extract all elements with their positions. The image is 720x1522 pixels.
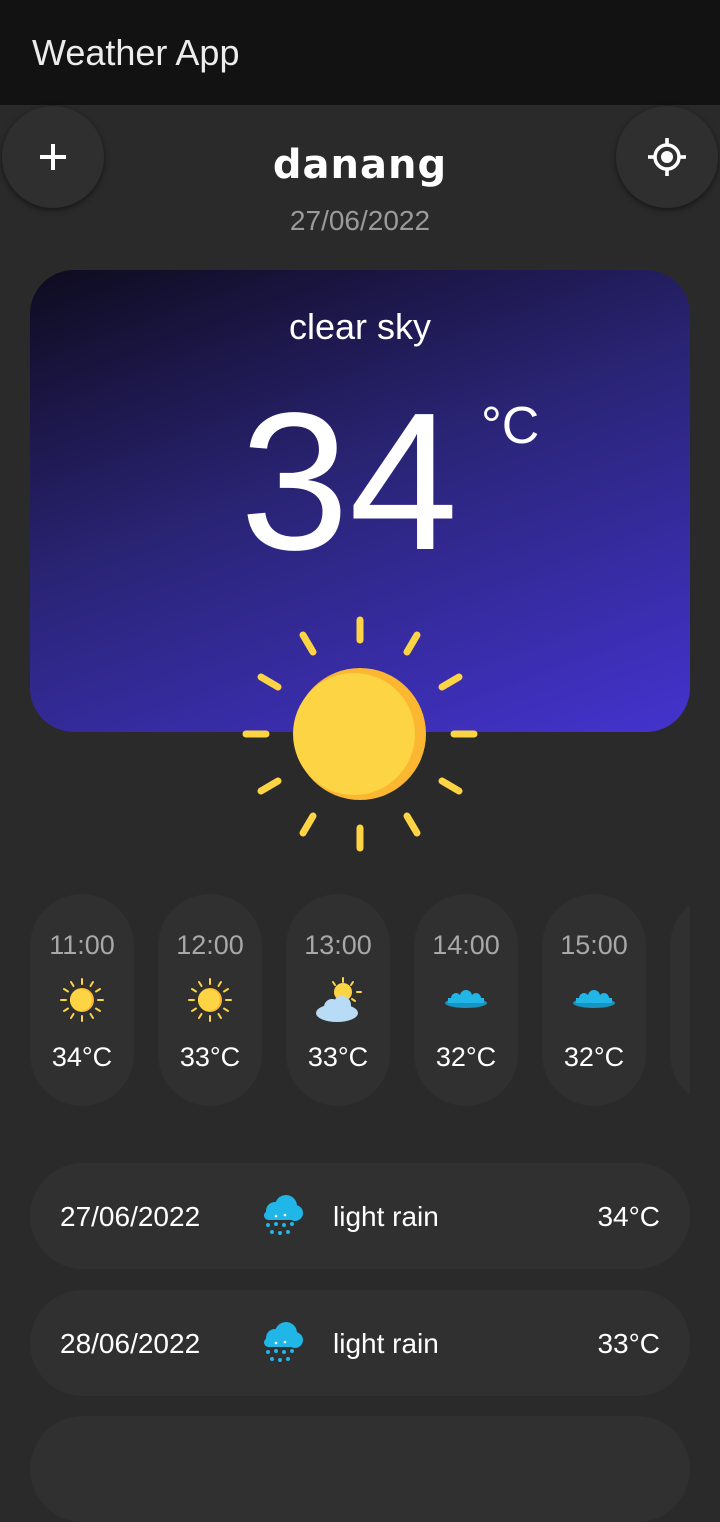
sun-behind-cloud-icon	[316, 977, 362, 1022]
daily-forecast-row[interactable]: 28/06/2022 light rain 33°C	[30, 1290, 690, 1396]
hour-time: 12:00	[176, 930, 244, 960]
current-date: 27/06/2022	[289, 205, 431, 236]
daily-forecast-row[interactable]: 27/06/2022 light rain 34°C	[30, 1163, 690, 1269]
hour-temperature: 33°C	[307, 1042, 369, 1072]
hourly-item[interactable]: 12:00 33°C	[158, 894, 262, 1106]
app-title: Weather App	[32, 32, 240, 73]
day-temperature: 33°C	[597, 1328, 660, 1359]
hourly-item[interactable]: 14:00 32°C	[414, 894, 518, 1106]
sun-icon	[60, 978, 104, 1022]
day-temperature: 34°C	[597, 1201, 660, 1232]
daily-forecast-row[interactable]	[30, 1416, 690, 1522]
hour-temperature: 33°C	[179, 1042, 241, 1072]
hourly-item[interactable]	[670, 894, 690, 1106]
hour-temperature: 32°C	[563, 1042, 625, 1072]
hourly-item[interactable]: 15:00 32°C	[542, 894, 646, 1106]
clouds-icon	[445, 990, 487, 1008]
clouds-icon	[573, 990, 615, 1008]
sun-icon	[188, 978, 232, 1022]
day-description: light rain	[333, 1328, 439, 1359]
weather-description: clear sky	[288, 306, 432, 347]
hour-temperature: 34°C	[51, 1042, 113, 1072]
sun-icon	[242, 616, 478, 852]
rain-cloud-icon	[264, 1195, 303, 1235]
hourly-item[interactable]: 13:00 33°C	[286, 894, 390, 1106]
city-name: danang	[272, 142, 448, 188]
hour-time: 15:00	[560, 930, 628, 960]
hourly-item[interactable]: 11:00 34°C	[30, 894, 134, 1106]
hour-time: 11:00	[49, 930, 115, 960]
hour-temperature: 32°C	[435, 1042, 497, 1072]
day-description: light rain	[333, 1201, 439, 1232]
hour-time: 13:00	[304, 930, 372, 960]
rain-cloud-icon	[264, 1322, 303, 1362]
current-temperature: 34	[240, 372, 459, 591]
app-bar: Weather App	[0, 0, 720, 105]
day-date: 27/06/2022	[60, 1201, 201, 1232]
day-date: 28/06/2022	[60, 1328, 201, 1359]
hourly-forecast[interactable]: 11:00 34°C 12:00 33°C 13:00 33°C 14:00 3…	[30, 894, 690, 1106]
temperature-unit: °C	[481, 397, 540, 455]
hour-time: 14:00	[432, 930, 500, 960]
